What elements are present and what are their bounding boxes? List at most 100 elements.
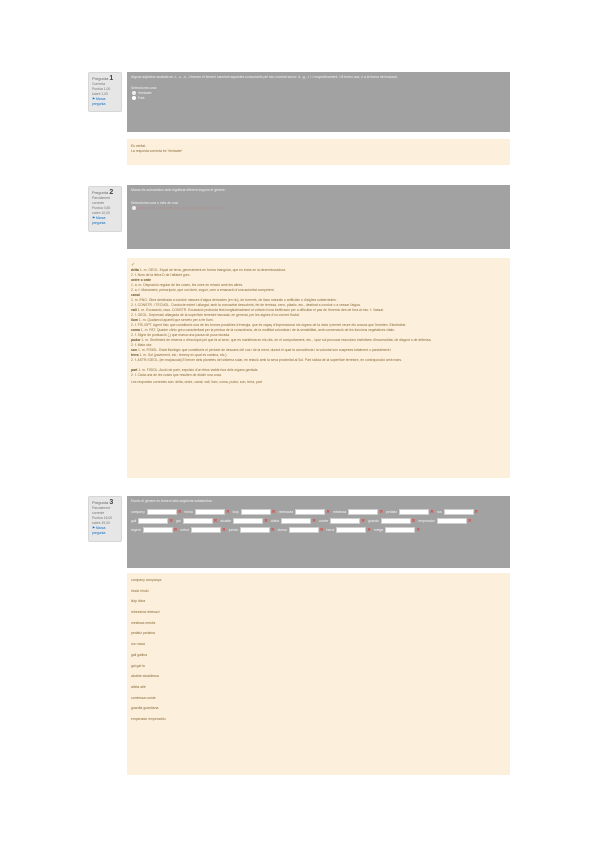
gap-item: company ✖ <box>131 509 182 515</box>
definition-text: 1. m. Sol (pavement, etc.; terreny en qu… <box>138 353 227 357</box>
incorrect-icon: ✖ <box>312 518 316 523</box>
gap-item: gall ✖ <box>131 518 173 524</box>
gap-item: jurista ✖ <box>229 527 275 533</box>
gap-item: rus ✖ <box>436 509 479 515</box>
gap-input[interactable] <box>288 527 319 533</box>
gap-input[interactable] <box>281 518 312 524</box>
gap-input[interactable] <box>385 527 416 533</box>
question-score: Puntúa 0,80 sobre 10,00 <box>92 206 111 215</box>
definition-text: 1. m. FISIOL. Acció de parir, expulsió d… <box>137 368 259 372</box>
gap-input[interactable] <box>146 509 177 515</box>
incorrect-icon: ✖ <box>326 509 330 514</box>
gap-input[interactable] <box>190 527 221 533</box>
gap-label: mestissa <box>332 509 347 514</box>
question-status: Parcialment correcte <box>92 196 110 205</box>
gap-input[interactable] <box>399 509 430 515</box>
gap-input[interactable] <box>233 518 264 524</box>
gap-input[interactable] <box>330 518 361 524</box>
answer-line: alcalde alcaldessa <box>131 674 159 679</box>
gap-label: emperador <box>418 518 435 523</box>
gap-label: nebot <box>180 527 189 532</box>
gap-label: gal <box>176 518 181 523</box>
question-info-1: Pregunta 1 Correcta Puntúa 1,00 sobre 1,… <box>88 72 122 112</box>
definition-term: canal <box>131 293 140 297</box>
gap-input[interactable] <box>295 509 326 515</box>
incorrect-icon: ✖ <box>361 518 365 523</box>
gap-input[interactable] <box>336 527 367 533</box>
answers-list: company companya hindú hindú lluip lloba re… <box>131 578 506 721</box>
definition-term: delta <box>131 268 139 272</box>
gap-item: emperador ✖ <box>418 518 472 524</box>
incorrect-icon: ✖ <box>173 527 178 532</box>
gap-input[interactable] <box>239 527 270 533</box>
gap-label: gall <box>131 518 137 523</box>
flag-question-link[interactable]: ⚑ Marca pregunta <box>92 216 118 226</box>
gap-item: pedaitz ✖ <box>386 509 434 515</box>
gap-label: rebesàvia <box>278 509 294 514</box>
gap-label: rus <box>436 509 442 514</box>
question-2-feedback: ✓ delta 1. m. GEOL. Espai de terra, gene… <box>127 258 510 478</box>
definition-text: 1. m. GEOL. Espai de terra, generalment … <box>138 268 286 272</box>
gap-fill-area: company ✖ hindú ✖ lluip ✖ rebesàvia ✖ mestissa ✖ p… <box>131 509 506 533</box>
answer-line: emperador emperadriu <box>131 716 166 721</box>
option-selected[interactable]: delta, ordre, canal, vall, llum, coma, p… <box>132 206 506 211</box>
gap-item: mestissa ✖ <box>333 509 383 515</box>
incorrect-icon: ✖ <box>474 509 479 514</box>
gap-label: duesa <box>277 527 287 532</box>
gap-item: metge ✖ <box>374 527 420 533</box>
incorrect-icon: ✖ <box>319 527 324 532</box>
radio-icon[interactable] <box>132 96 136 101</box>
incorrect-icon: ✖ <box>416 527 421 532</box>
question-score: Puntúa 16,00 sobre 19,00 <box>92 516 113 525</box>
gap-label: lluip <box>232 509 239 514</box>
gap-item: atleta ✖ <box>271 518 316 524</box>
gap-label: atleta <box>270 518 280 523</box>
definition-text: 2. f. Nom de la lletra D de l'alfabet gr… <box>131 273 191 277</box>
gap-input[interactable] <box>380 518 411 524</box>
gap-input[interactable] <box>194 509 225 515</box>
flag-question-link[interactable]: ⚑ Marca pregunta <box>92 526 118 536</box>
gap-input[interactable] <box>443 509 474 515</box>
incorrect-icon: ✖ <box>411 518 416 523</box>
flag-question-link[interactable]: ⚑ Marca pregunta <box>92 97 118 107</box>
answer-line: rus russa <box>131 642 145 647</box>
gap-label: pedaitz <box>386 509 398 514</box>
radio-selected-icon[interactable] <box>132 91 136 96</box>
option-fals[interactable]: Fals <box>132 96 506 101</box>
question-number: Pregunta 2 <box>92 189 114 196</box>
definition-text: 1. m. Qualsevol aparell que serveix per … <box>137 318 214 322</box>
incorrect-icon: ✖ <box>430 509 434 514</box>
gap-input[interactable] <box>348 509 379 515</box>
gap-input[interactable] <box>182 518 213 524</box>
definition-text: 2. f. Mala olor. <box>131 343 153 347</box>
question-2-body: Marca els substantius amb significat dif… <box>127 185 510 249</box>
gap-item: alcalde ✖ <box>220 518 268 524</box>
gap-item: comte ✖ <box>319 518 365 524</box>
definition-text: 2. f. FÍS./OPT. Agent físic que constitu… <box>131 323 407 327</box>
gap-item: lluip ✖ <box>232 509 275 515</box>
question-3-feedback: company companya hindú hindú lluip lloba re… <box>127 573 510 775</box>
answer-line: pedaitz pedaina <box>131 631 155 636</box>
gap-label: company <box>131 509 145 514</box>
incorrect-icon: ✖ <box>177 509 182 514</box>
incorrect-icon: ✖ <box>367 527 371 532</box>
answer-line: gal gal·la <box>131 663 145 668</box>
gap-input[interactable] <box>240 509 271 515</box>
checkbox-icon[interactable] <box>132 206 136 211</box>
gap-input[interactable] <box>142 527 173 533</box>
gap-label: hindú <box>184 509 193 514</box>
definition-text: 2. f. CONSTR. i TECNOL. Conducte estret … <box>131 303 361 307</box>
question-status: Parcialment correcte <box>92 506 110 515</box>
question-score: Puntúa 1,00 sobre 1,00 <box>92 87 111 96</box>
incorrect-icon: ✖ <box>213 518 218 523</box>
definition-text: 1. m. FISIOL. Estat fisiològic que const… <box>137 348 392 352</box>
gap-input[interactable] <box>138 518 169 524</box>
incorrect-icon: ✖ <box>221 527 226 532</box>
definition-term: pudor <box>131 338 141 342</box>
gap-item: regent ✖ <box>131 527 177 533</box>
gap-input[interactable] <box>436 518 467 524</box>
definition-text: 1. m. ENG. Obra destinada a conduir mass… <box>131 298 337 302</box>
gap-label: regent <box>131 527 141 532</box>
definition-term: ordre o orde <box>131 278 151 282</box>
question-info-3: Pregunta 3 Parcialment correcte Puntúa 1… <box>88 496 122 542</box>
